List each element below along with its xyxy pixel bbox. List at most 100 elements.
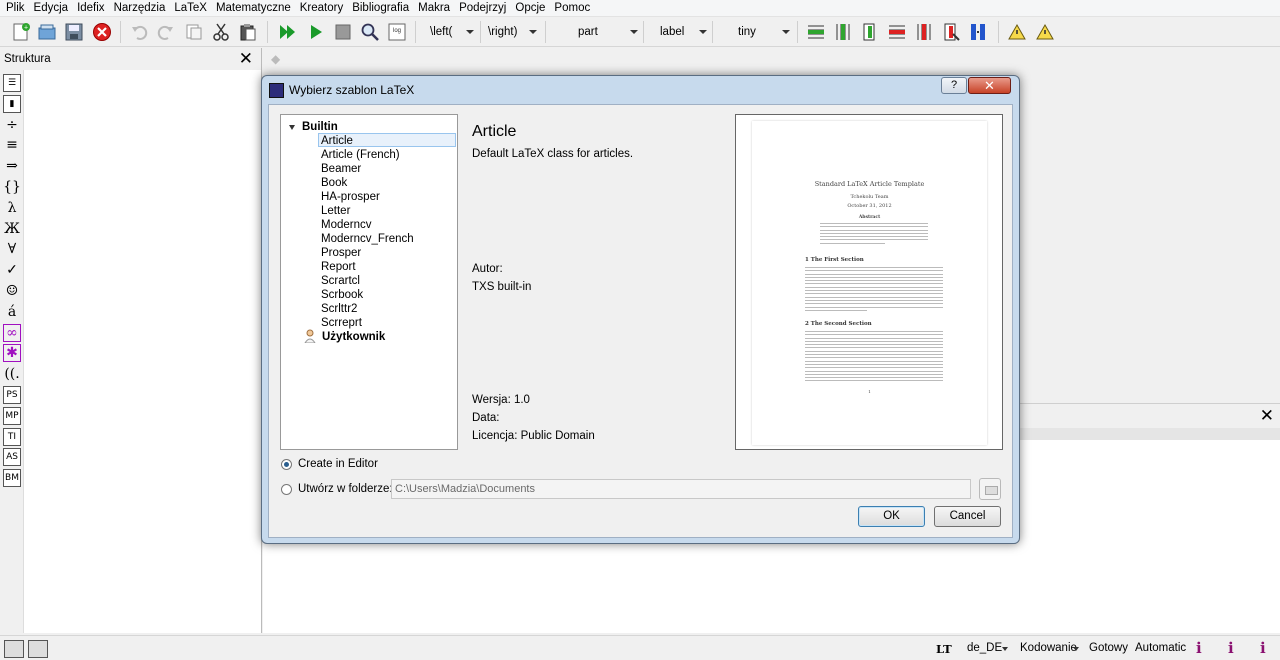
table-remove-row-icon[interactable] bbox=[886, 21, 908, 43]
redo-icon[interactable] bbox=[155, 21, 177, 43]
delimiter-symbols-icon[interactable]: {} bbox=[3, 178, 21, 196]
tree-item-scrlttr2[interactable]: Scrlttr2 bbox=[321, 302, 357, 316]
tree-item-beamer[interactable]: Beamer bbox=[321, 162, 361, 176]
most-used-symbols-icon[interactable]: ✱ bbox=[3, 344, 21, 362]
tree-item-article[interactable]: Article bbox=[318, 133, 456, 147]
table-add-column-icon[interactable] bbox=[832, 21, 854, 43]
toggle-structure-icon[interactable] bbox=[4, 640, 24, 658]
arrow-left-icon[interactable]: ◆ bbox=[271, 52, 280, 66]
create-in-editor-label[interactable]: Create in Editor bbox=[298, 458, 378, 470]
arrow-symbols-icon[interactable]: ⇒ bbox=[3, 157, 21, 175]
tree-item-ha-prosper[interactable]: HA-prosper bbox=[321, 190, 380, 204]
copy-icon[interactable] bbox=[183, 21, 205, 43]
structure-view-icon[interactable]: ☰ bbox=[3, 74, 21, 92]
wasy-symbols-icon[interactable]: ☺ bbox=[3, 282, 21, 300]
new-file-icon[interactable]: + bbox=[10, 21, 32, 43]
menu-matematyczne[interactable]: Matematyczne bbox=[214, 2, 298, 14]
table-add-row-icon[interactable] bbox=[805, 21, 827, 43]
warning-icon[interactable] bbox=[1006, 21, 1028, 43]
menu-plik[interactable]: Plik bbox=[4, 2, 32, 14]
create-in-editor-radio[interactable] bbox=[281, 459, 292, 470]
misc-math-symbols-icon[interactable]: ∀ bbox=[3, 240, 21, 258]
menu-makra[interactable]: Makra bbox=[416, 2, 457, 14]
menu-kreatory[interactable]: Kreatory bbox=[298, 2, 350, 14]
expand-arrow-icon[interactable] bbox=[289, 125, 295, 130]
table-delete-icon[interactable] bbox=[940, 21, 962, 43]
tree-item-book[interactable]: Book bbox=[321, 176, 347, 190]
language-select[interactable]: de_DE bbox=[967, 642, 1002, 654]
close-dialog-button[interactable]: ✕ bbox=[968, 77, 1011, 94]
menu-pomoc[interactable]: Pomoc bbox=[552, 2, 597, 14]
equivalence-symbols-icon[interactable]: ≡ bbox=[3, 136, 21, 154]
view-log-icon[interactable]: log bbox=[386, 21, 408, 43]
left-right-symbols-icon[interactable]: ((. bbox=[3, 365, 21, 383]
cancel-button[interactable]: Cancel bbox=[934, 506, 1001, 527]
bookmark-3-icon[interactable]: ℹ bbox=[1260, 639, 1266, 657]
ok-button[interactable]: OK bbox=[858, 506, 925, 527]
special-characters-icon[interactable]: á bbox=[3, 303, 21, 321]
metapost-commands-icon[interactable]: MP bbox=[3, 407, 21, 425]
tree-group-builtin[interactable]: Builtin bbox=[302, 120, 338, 134]
cut-icon[interactable] bbox=[210, 21, 232, 43]
undo-icon[interactable] bbox=[128, 21, 150, 43]
open-file-icon[interactable] bbox=[36, 21, 58, 43]
favourite-symbols-icon[interactable]: ∞ bbox=[3, 324, 21, 342]
cyrillic-symbols-icon[interactable]: Ж bbox=[3, 220, 21, 238]
tree-item-scrbook[interactable]: Scrbook bbox=[321, 288, 363, 302]
tree-item-letter[interactable]: Letter bbox=[321, 204, 350, 218]
tree-item-scrartcl[interactable]: Scrartcl bbox=[321, 274, 360, 288]
asymptote-commands-icon[interactable]: AS bbox=[3, 448, 21, 466]
menu-narzedzia[interactable]: Narzędzia bbox=[112, 2, 173, 14]
pstricks-commands-icon[interactable]: PS bbox=[3, 386, 21, 404]
create-in-folder-radio[interactable] bbox=[281, 484, 292, 495]
menu-latex[interactable]: LaTeX bbox=[172, 2, 214, 14]
tree-group-user[interactable]: Użytkownik bbox=[322, 330, 385, 344]
view-magnifier-icon[interactable] bbox=[359, 21, 381, 43]
menu-idefix[interactable]: Idefix bbox=[75, 2, 112, 14]
bookmark-1-icon[interactable]: ℹ bbox=[1196, 639, 1202, 657]
tree-item-prosper[interactable]: Prosper bbox=[321, 246, 361, 260]
close-icon[interactable]: ✕ bbox=[239, 50, 253, 67]
compile-icon[interactable] bbox=[305, 21, 327, 43]
tree-item-moderncv-french[interactable]: Moderncv_French bbox=[321, 232, 414, 246]
table-align-icon[interactable] bbox=[967, 21, 989, 43]
tikz-commands-icon[interactable]: TI bbox=[3, 428, 21, 446]
warning-next-icon[interactable] bbox=[1034, 21, 1056, 43]
create-in-folder-label[interactable]: Utwórz w folderze: bbox=[298, 483, 393, 495]
menu-edycja[interactable]: Edycja bbox=[32, 2, 76, 14]
folder-path-input[interactable]: C:\Users\Madzia\Documents bbox=[391, 479, 971, 499]
paste-icon[interactable] bbox=[237, 21, 259, 43]
reference-select[interactable]: label bbox=[660, 24, 707, 40]
encoding-select[interactable]: Kodowanie bbox=[1020, 642, 1077, 654]
toggle-messages-icon[interactable] bbox=[28, 640, 48, 658]
beamer-commands-icon[interactable]: BM bbox=[3, 469, 21, 487]
mode-text[interactable]: Automatic bbox=[1135, 642, 1186, 654]
dialog-titlebar[interactable]: Wybierz szablon LaTeX ? ✕ bbox=[262, 76, 1019, 104]
close-file-icon[interactable] bbox=[91, 21, 113, 43]
save-icon[interactable] bbox=[63, 21, 85, 43]
left-delimiter-select[interactable]: \left( bbox=[430, 24, 474, 40]
close-icon[interactable]: ✕ bbox=[1260, 406, 1274, 426]
greek-symbols-icon[interactable]: λ bbox=[3, 199, 21, 217]
template-tree[interactable]: Builtin Article Article (French) Beamer … bbox=[280, 114, 458, 450]
font-size-select[interactable]: tiny bbox=[738, 24, 790, 40]
right-delimiter-select[interactable]: \right) bbox=[488, 24, 537, 40]
table-insert-icon[interactable] bbox=[859, 21, 881, 43]
table-remove-column-icon[interactable] bbox=[913, 21, 935, 43]
bookmarks-icon[interactable]: ▮ bbox=[3, 95, 21, 113]
tree-item-scrreprt[interactable]: Scrreprt bbox=[321, 316, 362, 330]
menu-podejrzyj[interactable]: Podejrzyj bbox=[457, 2, 513, 14]
menu-opcje[interactable]: Opcje bbox=[513, 2, 552, 14]
lt-icon[interactable]: LT bbox=[936, 642, 952, 656]
tree-item-report[interactable]: Report bbox=[321, 260, 356, 274]
misc-text-symbols-icon[interactable]: ✓ bbox=[3, 261, 21, 279]
stop-icon[interactable] bbox=[332, 21, 354, 43]
tree-item-article-french[interactable]: Article (French) bbox=[321, 148, 400, 162]
menu-bibliografia[interactable]: Bibliografia bbox=[350, 2, 416, 14]
browse-folder-button[interactable] bbox=[979, 478, 1001, 500]
sectioning-select[interactable]: part bbox=[578, 24, 638, 40]
bookmark-2-icon[interactable]: ℹ bbox=[1228, 639, 1234, 657]
relation-symbols-icon[interactable]: ÷ bbox=[3, 116, 21, 134]
build-run-icon[interactable] bbox=[277, 21, 299, 43]
help-button[interactable]: ? bbox=[941, 77, 967, 94]
